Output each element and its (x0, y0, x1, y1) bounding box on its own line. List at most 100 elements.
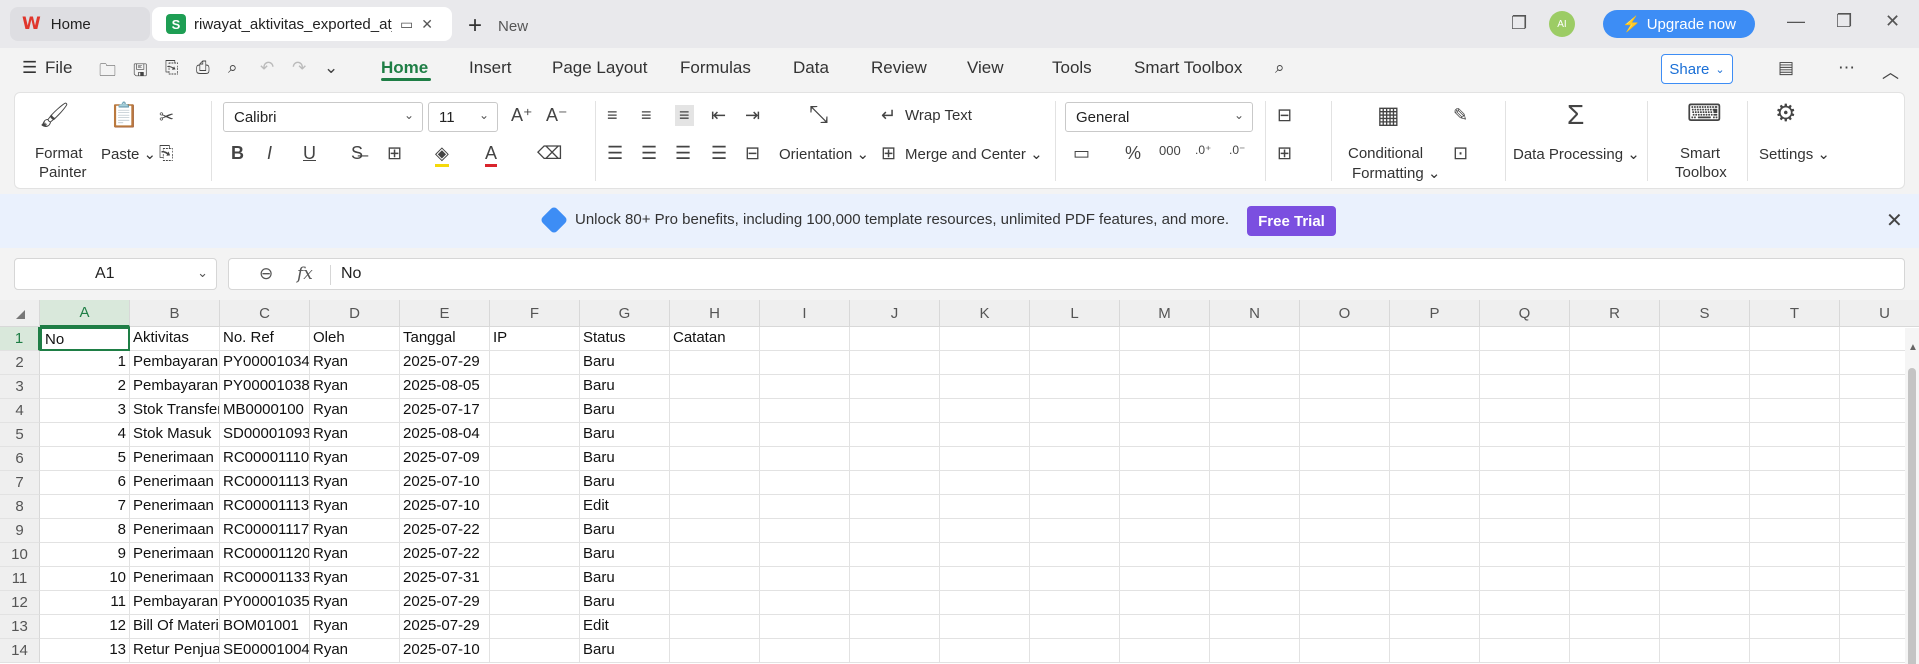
row-header[interactable]: 13 (0, 615, 40, 639)
table-cell[interactable] (1030, 495, 1120, 519)
table-cell[interactable] (1030, 423, 1120, 447)
accounting-icon[interactable]: ▭ (1073, 143, 1090, 164)
font-color-icon[interactable]: A (485, 143, 498, 167)
table-cell[interactable] (1660, 399, 1750, 423)
table-cell[interactable] (1120, 591, 1210, 615)
table-cell[interactable] (940, 543, 1030, 567)
formula-bar[interactable]: ⊖ fx No (228, 258, 1905, 290)
table-cell[interactable]: Ryan (310, 375, 400, 399)
table-cell[interactable] (850, 519, 940, 543)
close-tab-icon[interactable]: ✕ (421, 16, 433, 33)
table-cell[interactable] (1480, 471, 1570, 495)
table-cell[interactable] (850, 591, 940, 615)
table-cell[interactable] (490, 423, 580, 447)
table-cell[interactable] (490, 615, 580, 639)
table-cell[interactable] (1120, 615, 1210, 639)
table-cell[interactable] (1570, 519, 1660, 543)
table-cell[interactable] (1660, 567, 1750, 591)
table-cell[interactable] (1660, 543, 1750, 567)
table-cell[interactable] (1120, 639, 1210, 663)
table-cell[interactable] (760, 447, 850, 471)
table-cell[interactable]: Penerimaan (130, 495, 220, 519)
table-cell[interactable] (1300, 519, 1390, 543)
new-tab-button[interactable]: + New (468, 12, 528, 40)
table-cell[interactable]: 2 (40, 375, 130, 399)
search-icon[interactable]: ⌕ (1275, 58, 1285, 78)
table-cell[interactable] (760, 543, 850, 567)
table-cell[interactable] (1390, 615, 1480, 639)
header-cell[interactable]: Catatan (670, 327, 760, 351)
table-cell[interactable]: 3 (40, 399, 130, 423)
tab-view[interactable]: View (967, 58, 1004, 78)
table-cell[interactable] (1030, 591, 1120, 615)
table-cell[interactable] (1750, 495, 1840, 519)
row-header[interactable]: 7 (0, 471, 40, 495)
row-header[interactable]: 5 (0, 423, 40, 447)
table-cell[interactable] (850, 543, 940, 567)
table-cell[interactable]: 2025-07-10 (400, 471, 490, 495)
table-cell[interactable] (1660, 519, 1750, 543)
table-cell[interactable] (850, 615, 940, 639)
export-icon[interactable]: ⎘ (165, 58, 179, 78)
merge-center-button[interactable]: Merge and Center ⌄ (905, 145, 1043, 163)
header-cell[interactable]: Status (580, 327, 670, 351)
table-cell[interactable]: 2025-08-04 (400, 423, 490, 447)
table-cell[interactable] (1300, 639, 1390, 663)
table-cell[interactable] (1030, 399, 1120, 423)
table-cell[interactable] (1300, 615, 1390, 639)
table-cell[interactable] (1750, 639, 1840, 663)
table-cell[interactable]: 2025-07-09 (400, 447, 490, 471)
column-header-g[interactable]: G (580, 300, 670, 327)
redo-icon[interactable]: ↷ (292, 58, 306, 78)
table-cell[interactable]: Baru (580, 519, 670, 543)
column-header-r[interactable]: R (1570, 300, 1660, 327)
distributed-icon[interactable]: ⊟ (745, 143, 760, 164)
clear-format-icon[interactable]: ⌫ (537, 143, 562, 164)
table-cell[interactable] (1390, 399, 1480, 423)
table-cell[interactable]: 5 (40, 447, 130, 471)
table-cell[interactable] (1120, 375, 1210, 399)
table-cell[interactable] (940, 351, 1030, 375)
align-left-icon[interactable]: ☰ (607, 143, 623, 164)
table-cell[interactable] (760, 375, 850, 399)
table-cell[interactable] (1480, 495, 1570, 519)
table-cell[interactable] (940, 471, 1030, 495)
table-cell[interactable]: Ryan (310, 495, 400, 519)
tab-home[interactable]: Home (381, 58, 428, 78)
paste-icon[interactable]: 📋 (109, 101, 139, 130)
table-cell[interactable]: Ryan (310, 567, 400, 591)
undo-icon[interactable]: ↶ (260, 58, 274, 78)
table-cell[interactable] (1660, 639, 1750, 663)
table-cell[interactable] (1030, 639, 1120, 663)
window-switch-icon[interactable]: ❐ (1511, 13, 1527, 34)
header-cell[interactable] (760, 327, 850, 351)
column-header-j[interactable]: J (850, 300, 940, 327)
cell-style-icon[interactable]: ⊞ (1277, 143, 1292, 164)
close-icon[interactable]: ✕ (1886, 208, 1903, 233)
table-cell[interactable]: RC00001113 (220, 471, 310, 495)
table-cell[interactable]: 2025-07-31 (400, 567, 490, 591)
table-cell[interactable] (1750, 615, 1840, 639)
table-cell[interactable] (1480, 591, 1570, 615)
tab-smart-toolbox[interactable]: Smart Toolbox (1134, 58, 1242, 78)
row-header[interactable]: 2 (0, 351, 40, 375)
column-header-c[interactable]: C (220, 300, 310, 327)
table-cell[interactable] (1570, 351, 1660, 375)
table-cell[interactable] (1390, 519, 1480, 543)
menu-file[interactable]: File (45, 58, 72, 78)
table-cell[interactable] (1570, 495, 1660, 519)
wrap-text-button[interactable]: Wrap Text (905, 107, 972, 124)
table-cell[interactable] (1750, 567, 1840, 591)
table-cell[interactable]: 12 (40, 615, 130, 639)
table-cell[interactable] (490, 567, 580, 591)
chevron-down-icon[interactable]: ⌄ (324, 58, 338, 78)
percent-icon[interactable]: % (1125, 143, 1141, 164)
table-cell[interactable] (850, 423, 940, 447)
table-cell[interactable]: Edit (580, 495, 670, 519)
italic-icon[interactable]: I (267, 143, 272, 164)
table-cell[interactable]: PY00001035 (220, 591, 310, 615)
table-cell[interactable] (1210, 399, 1300, 423)
conditional-formatting-button[interactable]: Formatting ⌄ (1352, 164, 1440, 182)
table-cell[interactable] (1480, 567, 1570, 591)
table-cell[interactable]: RC00001113 (220, 495, 310, 519)
